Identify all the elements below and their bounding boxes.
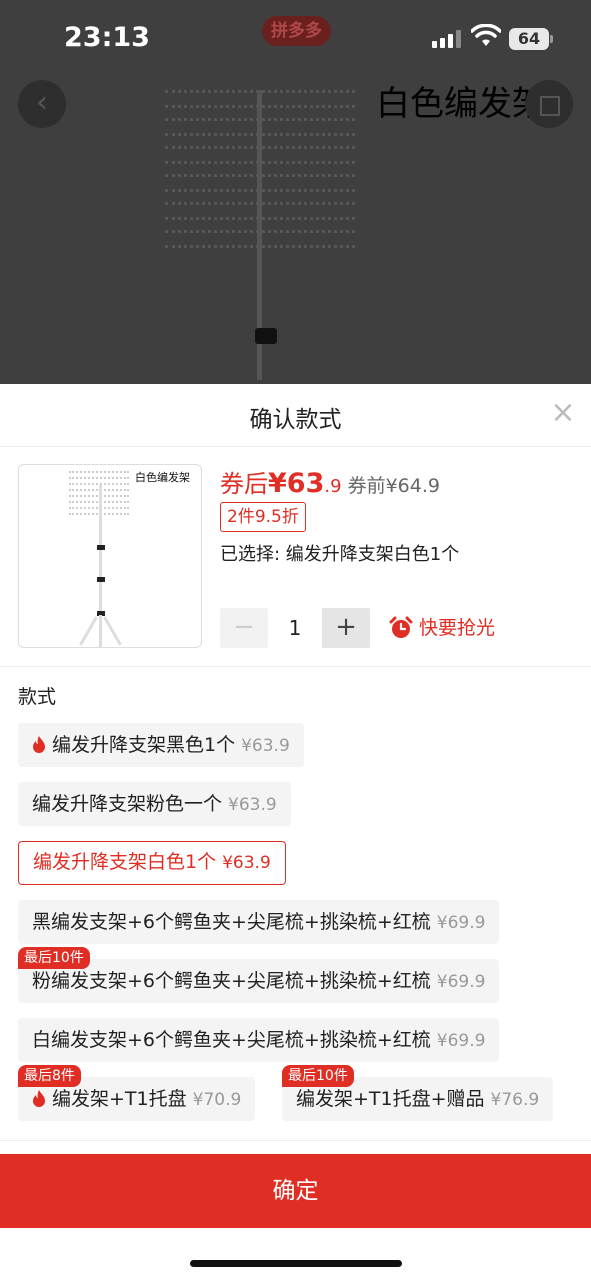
battery-icon: 64 bbox=[509, 28, 549, 50]
style-section-label: 款式 bbox=[18, 686, 57, 708]
option-chip[interactable]: 粉编发支架+6个鳄鱼夹+尖尾梳+挑染梳+红梳 ¥69.9 bbox=[18, 959, 500, 1003]
option-label: 编发架+T1托盘+赠品 bbox=[296, 1088, 485, 1110]
quantity-value[interactable]: 1 bbox=[270, 608, 320, 648]
option-label: 编发升降支架白色1个 bbox=[33, 851, 217, 873]
option-price: ¥69.9 bbox=[436, 913, 486, 933]
option-chip[interactable]: 白编发支架+6个鳄鱼夹+尖尾梳+挑染梳+红梳 ¥69.9 bbox=[18, 1018, 500, 1062]
option-price: ¥70.9 bbox=[192, 1090, 242, 1110]
price-main: ¥63 bbox=[268, 468, 325, 499]
option-chip[interactable]: 编发升降支架粉色一个 ¥63.9 bbox=[18, 782, 291, 826]
stock-badge: 最后10件 bbox=[18, 947, 90, 969]
stock-badge: 最后8件 bbox=[18, 1065, 81, 1087]
option-label: 编发升降支架粉色一个 bbox=[32, 793, 223, 815]
option-chip[interactable]: 黑编发支架+6个鳄鱼夹+尖尾梳+挑染梳+红梳 ¥69.9 bbox=[18, 900, 500, 944]
option-price: ¥63.9 bbox=[222, 853, 271, 873]
option-label: 粉编发支架+6个鳄鱼夹+尖尾梳+挑染梳+红梳 bbox=[32, 970, 431, 992]
wifi-icon bbox=[471, 24, 501, 46]
price-before-coupon: 券前¥64.9 bbox=[347, 475, 440, 497]
quantity-decrease-button[interactable]: − bbox=[220, 608, 268, 648]
option-label: 白编发支架+6个鳄鱼夹+尖尾梳+挑染梳+红梳 bbox=[32, 1029, 431, 1051]
divider bbox=[0, 666, 591, 667]
product-thumbnail[interactable]: 白色编发架 bbox=[18, 464, 202, 648]
option-price: ¥76.9 bbox=[490, 1090, 540, 1110]
share-button[interactable] bbox=[525, 80, 573, 128]
price-after-coupon-label: 券后 bbox=[220, 470, 268, 498]
app-logo: 拼多多 bbox=[262, 16, 331, 46]
stock-warning: 快要抢光 bbox=[419, 617, 496, 639]
sku-selection-sheet: 确认款式 × 白色编发架 券后¥63.9 券前¥64.9 2件9.5折 已选择: … bbox=[0, 384, 591, 1280]
close-icon[interactable]: × bbox=[548, 398, 578, 428]
option-label: 黑编发支架+6个鳄鱼夹+尖尾梳+挑染梳+红梳 bbox=[32, 911, 431, 933]
price-line: 券后¥63.9 券前¥64.9 bbox=[220, 464, 440, 500]
divider bbox=[0, 446, 591, 447]
alarm-clock-icon bbox=[389, 616, 413, 638]
status-time: 23:13 bbox=[64, 22, 150, 53]
sheet-title: 确认款式 bbox=[249, 407, 342, 433]
home-indicator bbox=[190, 1260, 402, 1267]
option-label: 编发架+T1托盘 bbox=[52, 1088, 187, 1110]
divider bbox=[0, 1140, 591, 1141]
selected-variant-text: 已选择: 编发升降支架白色1个 bbox=[220, 544, 460, 565]
discount-badge: 2件9.5折 bbox=[220, 502, 306, 532]
thumbnail-title: 白色编发架 bbox=[135, 471, 190, 484]
product-hero-image bbox=[165, 90, 355, 380]
option-chip[interactable]: 编发升降支架黑色1个 ¥63.9 bbox=[18, 723, 304, 767]
status-bar: 23:13 拼多多 64 bbox=[0, 0, 591, 80]
cellular-signal-icon bbox=[432, 30, 462, 48]
product-page-backdrop[interactable]: 白色编发架 ‹ 23:13 拼多多 64 bbox=[0, 0, 591, 384]
quantity-increase-button[interactable]: + bbox=[322, 608, 370, 648]
stock-badge: 最后10件 bbox=[282, 1065, 354, 1087]
option-label: 编发升降支架黑色1个 bbox=[52, 734, 236, 756]
hero-title: 白色编发架 bbox=[376, 84, 546, 124]
option-price: ¥69.9 bbox=[436, 972, 486, 992]
chevron-left-icon: ‹ bbox=[36, 85, 48, 120]
option-price: ¥63.9 bbox=[228, 795, 277, 815]
flame-icon bbox=[33, 736, 45, 753]
back-button[interactable]: ‹ bbox=[18, 80, 66, 128]
price-decimal: .9 bbox=[324, 476, 342, 497]
option-price: ¥69.9 bbox=[436, 1031, 486, 1051]
option-price: ¥63.9 bbox=[241, 736, 290, 756]
option-chip-selected[interactable]: 编发升降支架白色1个 ¥63.9 bbox=[18, 841, 286, 885]
flame-icon bbox=[33, 1090, 45, 1107]
confirm-button[interactable]: 确定 bbox=[0, 1154, 591, 1228]
